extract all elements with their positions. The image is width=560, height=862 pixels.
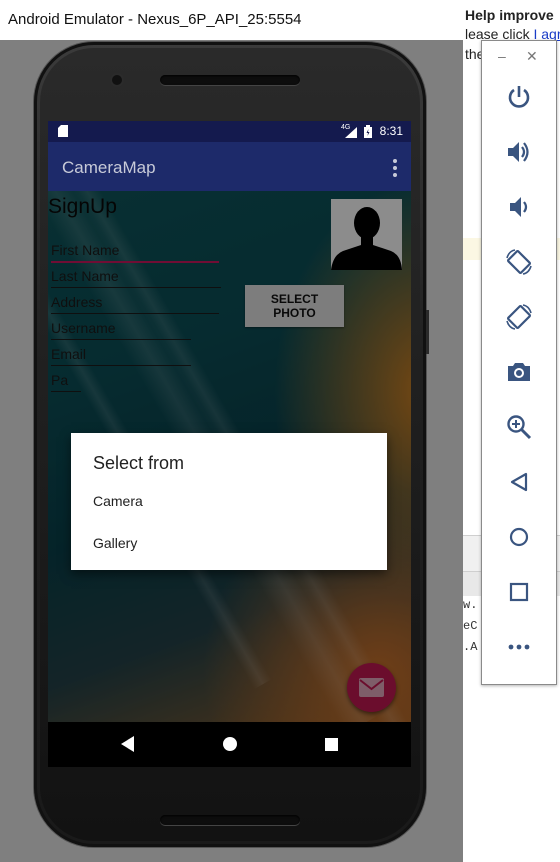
emulator-titlebar: Android Emulator - Nexus_6P_API_25:5554 (0, 0, 463, 41)
panel-minimize-button[interactable]: – (498, 48, 506, 64)
app-title: CameraMap (62, 158, 156, 177)
rotate-left-icon[interactable] (505, 248, 533, 276)
battery-icon (364, 125, 372, 138)
device-screen: 4G 8:31 CameraMap SignUp First Name Last… (48, 121, 411, 767)
dialog-option-camera[interactable]: Camera (93, 493, 143, 509)
panel-close-button[interactable]: ✕ (526, 48, 538, 65)
nav-home-icon[interactable] (222, 736, 238, 752)
ide-notice-title: Help improve (465, 7, 554, 23)
overflow-menu-icon[interactable] (393, 159, 397, 180)
status-time: 8:31 (379, 124, 403, 138)
ide-code-line-2: eC (463, 619, 478, 633)
phone-side-button (426, 310, 429, 354)
status-bar: 4G 8:31 (48, 121, 411, 142)
navigation-bar (48, 722, 411, 767)
more-icon[interactable] (505, 633, 533, 661)
ide-code-line: w. (463, 598, 478, 612)
top-speaker (160, 75, 300, 85)
emulator-control-panel: – ✕ (481, 40, 557, 685)
select-source-dialog: Select from Camera Gallery (71, 433, 387, 570)
nav-back-icon[interactable] (121, 736, 135, 752)
rotate-right-icon[interactable] (505, 303, 533, 331)
ide-code-line-3: .A (463, 640, 478, 654)
window-title: Android Emulator - Nexus_6P_API_25:5554 (8, 11, 302, 28)
nav-recents-icon[interactable] (325, 738, 338, 751)
zoom-icon[interactable] (505, 413, 533, 441)
bottom-speaker (160, 815, 300, 825)
camera-icon[interactable] (505, 358, 533, 386)
back-icon[interactable] (505, 468, 533, 496)
overview-icon[interactable] (505, 578, 533, 606)
sd-card-icon (58, 125, 68, 137)
power-icon[interactable] (505, 83, 533, 111)
app-toolbar: CameraMap (48, 142, 411, 191)
signal-icon (345, 127, 357, 138)
home-icon[interactable] (505, 523, 533, 551)
dialog-title: Select from (93, 453, 185, 473)
front-camera (112, 75, 122, 85)
signup-content: SignUp First Name Last Name Address User… (48, 191, 411, 722)
volume-down-icon[interactable] (505, 193, 533, 221)
emulator-window: Android Emulator - Nexus_6P_API_25:5554 … (0, 0, 463, 862)
volume-up-icon[interactable] (505, 138, 533, 166)
dialog-option-gallery[interactable]: Gallery (93, 535, 137, 551)
